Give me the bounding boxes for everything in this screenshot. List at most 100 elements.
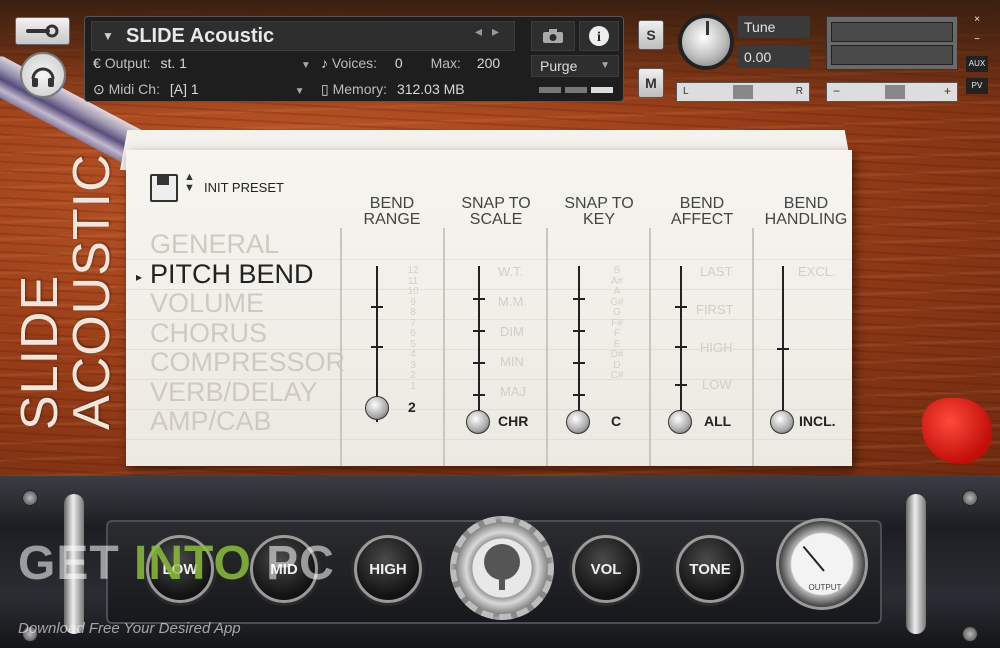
output-row[interactable]: € Output: st. 1 ▼ [93,55,311,71]
scale-option-wt[interactable]: W.T. [498,264,523,279]
minimize-icon[interactable]: − [966,32,988,48]
track-tick [573,330,585,332]
plus-icon[interactable]: + [944,84,951,98]
tune-knob[interactable] [678,14,734,70]
menu-item-compressor[interactable]: COMPRESSOR [150,347,345,378]
tree-trunk [499,574,505,590]
preset-name[interactable]: INIT PRESET [204,180,284,195]
instrument-name: SLIDE Acoustic [126,25,275,47]
title-line-2: ACOUSTIC [63,153,121,430]
pan-handle[interactable] [733,85,753,99]
instrument-title-bar[interactable]: ▼ SLIDE Acoustic [91,21,515,51]
memory-row: ▯ Memory: 312.03 MB [321,81,465,98]
column-divider [649,228,651,466]
menu-item-volume[interactable]: VOLUME [150,288,345,319]
scale-option-mm[interactable]: M.M. [498,294,527,309]
midi-label: Midi Ch: [108,81,160,97]
bend-handling-header-line1: BEND [783,195,829,212]
pan-slider[interactable]: L R [676,82,810,102]
handling-option-excl[interactable]: EXCL. [798,264,836,279]
bend-range-option: 1 [410,380,416,392]
wrench-icon[interactable] [15,17,70,45]
snap-to-key-header-line2: KEY [582,211,615,228]
affect-option-high[interactable]: HIGH [700,340,733,355]
mute-button[interactable]: M [638,68,664,98]
menu-item-pitch-bend[interactable]: PITCH BEND [150,259,345,290]
menu-item-amp-cab[interactable]: AMP/CAB [150,406,345,437]
bend-range-slider-handle[interactable] [365,396,389,420]
dfd-led [591,87,613,93]
bend-affect-track[interactable] [680,266,682,422]
output-label: Output: [104,55,151,71]
bend-affect-slider-handle[interactable] [668,410,692,434]
snap-to-scale-header: SNAP TO SCALE [446,196,546,228]
track-tick [675,384,687,386]
snap-to-scale-slider-handle[interactable] [466,410,490,434]
affect-option-low[interactable]: LOW [702,377,732,392]
output-dropdown-icon[interactable]: ▼ [301,60,311,71]
output-value: st. 1 [160,55,187,71]
snap-to-key-track[interactable] [578,266,580,422]
aux-button[interactable]: AUX [966,56,988,72]
output-vu-meter: OUTPUT [776,518,868,610]
key-option: B [613,265,621,276]
column-divider [546,228,548,466]
bend-range-option: 10 [407,286,419,297]
key-option: C# [610,370,624,381]
bend-handling-value: INCL. [799,413,836,429]
tune-value[interactable]: 0.00 [738,46,810,68]
save-icon[interactable] [150,174,178,202]
vol-knob[interactable]: VOL [572,535,640,603]
minus-icon[interactable]: − [833,84,840,98]
watermark: GET INTO PC [18,536,335,591]
bend-range-header: BEND RANGE [342,196,442,228]
track-tick [675,346,687,348]
tune-label: Tune [738,16,810,38]
purge-button[interactable]: Purge ▼ [531,55,619,77]
gear-logo-icon [450,516,554,620]
volume-handle[interactable] [885,85,905,99]
preset-arrows-icon[interactable]: ▲ ▼ [184,172,195,194]
info-icon[interactable]: i [579,21,619,51]
affect-option-first[interactable]: FIRST [696,302,734,317]
instrument-nav-arrows[interactable]: ◂▸ [475,23,509,40]
snap-to-key-slider-handle[interactable] [566,410,590,434]
midi-dropdown-icon[interactable]: ▼ [295,86,305,97]
screw-icon [22,490,38,506]
tone-knob[interactable]: TONE [676,535,744,603]
chevron-down-icon[interactable]: ▼ [102,22,114,50]
menu-item-verb-delay[interactable]: VERB/DELAY [150,377,345,408]
scale-option-dim[interactable]: DIM [500,324,524,339]
bend-handling-track[interactable] [782,266,784,422]
bend-range-option: 12 [407,265,419,276]
snap-to-key-header: SNAP TO KEY [549,196,649,228]
pv-button[interactable]: PV [966,78,988,94]
max-value[interactable]: 200 [477,55,500,71]
snap-to-key-header-line1: SNAP TO [564,195,634,212]
vu-label: OUTPUT [808,583,842,592]
affect-option-last[interactable]: LAST [700,264,733,279]
max-label: Max: [430,55,461,71]
high-knob[interactable]: HIGH [354,535,422,603]
close-icon[interactable]: × [966,12,988,28]
volume-slider[interactable]: − + [826,82,958,102]
headphones-icon[interactable] [20,52,66,98]
pan-left-label: L [683,86,689,97]
midi-value: [A] 1 [169,81,199,97]
scale-option-min[interactable]: MIN [500,354,524,369]
menu-item-chorus[interactable]: CHORUS [150,318,345,349]
snap-to-scale-track[interactable] [478,266,480,422]
camera-icon[interactable] [531,21,575,51]
bend-range-option: 2 [410,370,416,381]
snap-to-key-value: C [611,413,622,429]
vu-needle [802,545,825,572]
pan-right-label: R [795,86,803,97]
solo-button[interactable]: S [638,20,664,50]
bend-handling-slider-handle[interactable] [770,410,794,434]
column-divider [752,228,754,466]
scale-option-maj[interactable]: MAJ [500,384,526,399]
midi-row[interactable]: ⊙ Midi Ch: [A] 1 ▼ [93,81,304,98]
menu-item-general[interactable]: GENERAL [150,229,345,260]
section-menu: GENERAL PITCH BEND VOLUME CHORUS COMPRES… [150,229,345,437]
svg-text:i: i [597,30,601,45]
